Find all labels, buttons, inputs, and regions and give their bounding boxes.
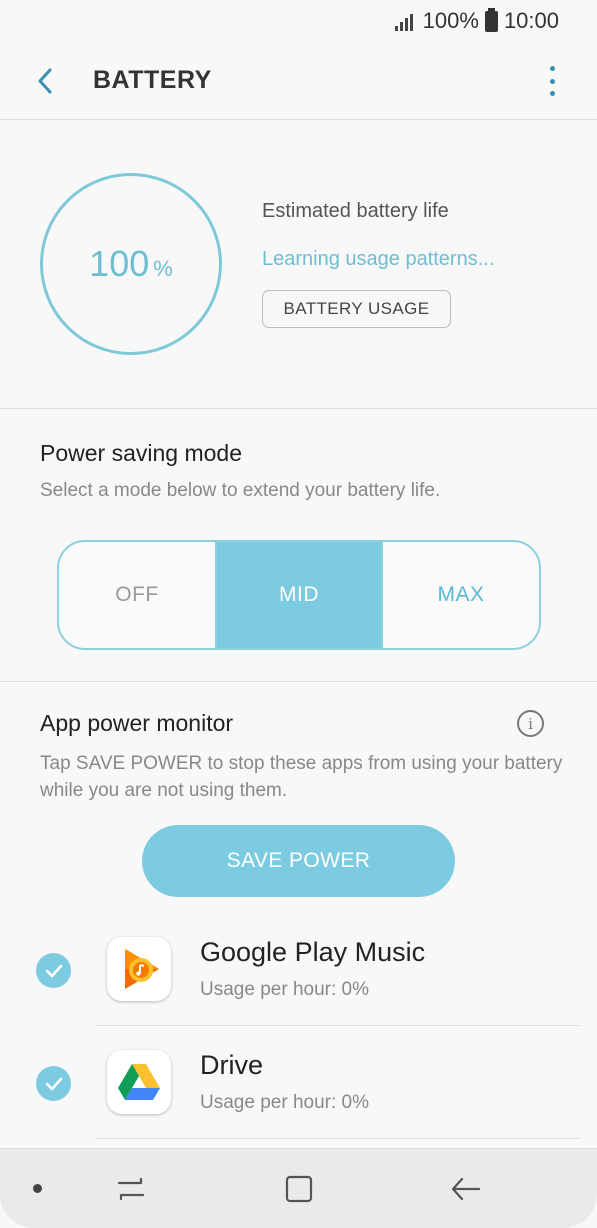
power-saving-subtitle: Select a mode below to extend your batte… [40, 480, 441, 501]
app-name: Google Play Music [200, 937, 426, 967]
checkmark-icon [45, 1077, 62, 1090]
page-title: BATTERY [93, 66, 212, 94]
clock: 10:00 [503, 8, 559, 33]
power-saving-title: Power saving mode [40, 440, 242, 466]
google-play-music-icon [107, 937, 171, 1001]
battery-usage-button[interactable]: BATTERY USAGE [262, 290, 451, 328]
battery-icon [484, 7, 498, 32]
battery-screen: 100% 10:00 BATTERY 100% Estimated batter… [0, 0, 597, 1228]
battery-level-unit: % [153, 256, 173, 281]
status-bar: 100% 10:00 [0, 0, 597, 44]
app-usage: Usage per hour: 0% [200, 979, 369, 1000]
google-drive-icon [107, 1050, 171, 1114]
app-checkbox[interactable] [36, 1066, 71, 1101]
list-item: Google Play Music Usage per hour: 0% [0, 937, 597, 1050]
battery-level-ring: 100% [40, 173, 222, 355]
power-mode-max[interactable]: MAX [381, 542, 539, 648]
info-icon[interactable]: i [517, 710, 544, 737]
save-power-button[interactable]: SAVE POWER [142, 825, 455, 897]
navigation-bar [0, 1148, 597, 1228]
checkmark-icon [45, 964, 62, 977]
battery-percent-text: 100% [422, 8, 479, 33]
app-name: Drive [200, 1050, 264, 1080]
app-power-monitor-description: Tap SAVE POWER to stop these apps from u… [40, 753, 563, 801]
app-checkbox[interactable] [36, 953, 71, 988]
nav-dot-icon[interactable] [33, 1184, 42, 1193]
power-mode-off[interactable]: OFF [59, 542, 217, 648]
app-power-monitor-title: App power monitor [40, 710, 234, 736]
power-mode-mid[interactable]: MID [217, 542, 381, 648]
power-saving-mode-section: Power saving mode Select a mode below to… [0, 410, 597, 682]
power-mode-selector: OFF MID MAX [57, 540, 541, 650]
more-options-icon[interactable] [547, 66, 557, 96]
list-item: Drive Usage per hour: 0% [0, 1050, 597, 1163]
recent-apps-icon[interactable] [113, 1171, 149, 1207]
app-bar: BATTERY [0, 44, 597, 120]
divider [96, 1025, 579, 1026]
signal-icon [394, 11, 417, 31]
home-icon[interactable] [281, 1171, 317, 1207]
battery-summary: 100% Estimated battery life Learning usa… [0, 120, 597, 409]
learning-usage-text: Learning usage patterns... [262, 248, 495, 270]
battery-level-value: 100 [89, 243, 150, 284]
estimated-battery-life-label: Estimated battery life [262, 200, 449, 222]
back-arrow-icon[interactable] [30, 64, 64, 98]
divider [96, 1138, 579, 1139]
back-icon[interactable] [448, 1171, 484, 1207]
app-usage: Usage per hour: 0% [200, 1092, 369, 1113]
